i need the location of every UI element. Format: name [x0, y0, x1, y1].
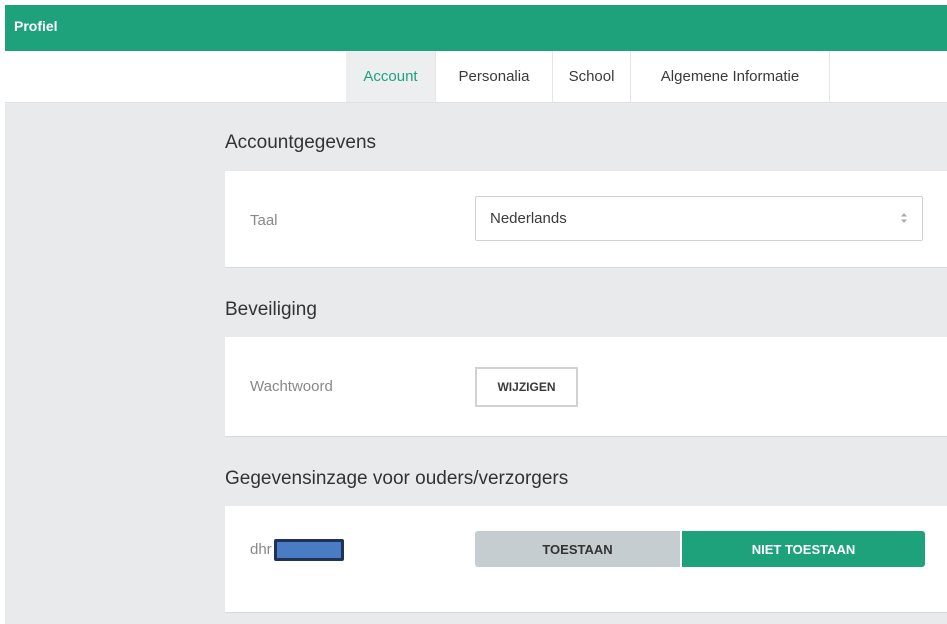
- allow-button[interactable]: TOESTAAN: [475, 531, 680, 567]
- tab-account[interactable]: Account: [346, 51, 436, 102]
- change-password-button[interactable]: WIJZIGEN: [475, 367, 578, 407]
- page: Profiel Account Personalia School Algeme…: [5, 5, 947, 624]
- tab-bar: Account Personalia School Algemene Infor…: [5, 51, 947, 103]
- security-card: Wachtwoord WIJZIGEN: [225, 337, 947, 437]
- language-select[interactable]: Nederlands: [475, 196, 923, 241]
- section-title-security: Beveiliging: [225, 299, 317, 320]
- deny-button[interactable]: NIET TOESTAAN: [682, 531, 925, 567]
- language-label: Taal: [250, 212, 278, 229]
- password-label: Wachtwoord: [250, 378, 333, 395]
- data-access-card: dhr TOESTAAN NIET TOESTAAN: [225, 506, 947, 613]
- language-select-value: Nederlands: [490, 210, 567, 227]
- redacted-name-block: [274, 539, 344, 561]
- header-bar: Profiel: [5, 5, 947, 51]
- account-card: Taal Nederlands: [225, 171, 947, 268]
- tab-algemene-informatie[interactable]: Algemene Informatie: [631, 51, 830, 102]
- section-title-account: Accountgegevens: [225, 132, 377, 153]
- select-arrows-icon: [901, 213, 907, 223]
- section-title-data-access: Gegevensinzage voor ouders/verzorgers: [225, 468, 569, 489]
- tab-school[interactable]: School: [553, 51, 631, 102]
- page-title: Profiel: [14, 18, 58, 34]
- guardian-name-prefix: dhr: [250, 541, 272, 558]
- tab-personalia[interactable]: Personalia: [436, 51, 553, 102]
